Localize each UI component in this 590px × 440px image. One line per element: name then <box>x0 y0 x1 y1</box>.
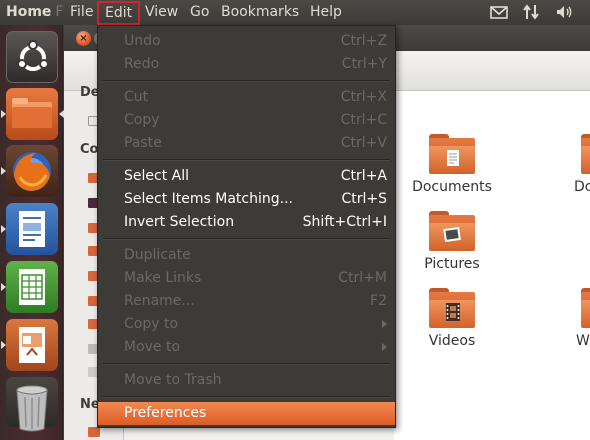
menu-item-preferences[interactable]: Preferences <box>98 402 395 425</box>
app-title: Home F <box>6 4 64 20</box>
top-panel: Home F File Edit View Go Bookmarks Help <box>0 0 590 25</box>
menu-item-rename[interactable]: Rename... F2 <box>98 290 395 313</box>
close-window-button[interactable]: × <box>76 31 91 46</box>
menu-item-make-links[interactable]: Make Links Ctrl+M <box>98 267 395 290</box>
menu-item-move-to-trash[interactable]: Move to Trash <box>98 369 395 392</box>
menu-item-redo[interactable]: Redo Ctrl+Y <box>98 53 395 76</box>
firefox-icon[interactable] <box>6 145 58 197</box>
file-icon-view: Documents Pictures Videos Dc W <box>394 91 590 440</box>
menu-go[interactable]: Go <box>186 3 213 22</box>
menu-separator <box>103 238 390 240</box>
folder-icon <box>581 134 590 174</box>
edit-menu-dropdown: Undo Ctrl+Z Redo Ctrl+Y Cut Ctrl+X Copy Ctrl… <box>97 25 396 428</box>
menu-item-copy-to[interactable]: Copy to <box>98 313 395 336</box>
menu-separator <box>103 159 390 161</box>
menu-item-copy[interactable]: Copy Ctrl+C <box>98 109 395 132</box>
sidebar-heading-computer: Co <box>80 142 99 157</box>
folder-label: W <box>576 333 590 349</box>
volume-icon[interactable] <box>556 4 574 20</box>
menu-item-paste[interactable]: Paste Ctrl+V <box>98 132 395 155</box>
pictures-folder-icon <box>429 211 475 251</box>
menu-item-select-all[interactable]: Select All Ctrl+A <box>98 165 395 188</box>
ubuntu-dash-icon[interactable] <box>6 31 58 83</box>
menu-item-cut[interactable]: Cut Ctrl+X <box>98 86 395 109</box>
menu-item-select-items-matching[interactable]: Select Items Matching... Ctrl+S <box>98 188 395 211</box>
menu-item-move-to[interactable]: Move to <box>98 336 395 359</box>
folder-partial[interactable]: Dc <box>574 134 590 195</box>
menu-file[interactable]: File <box>66 3 97 22</box>
submenu-arrow-icon <box>382 320 387 328</box>
home-folder-icon[interactable] <box>6 88 58 140</box>
menu-item-undo[interactable]: Undo Ctrl+Z <box>98 30 395 53</box>
menu-separator <box>103 396 390 398</box>
sidebar-network-icon[interactable] <box>88 427 100 437</box>
trash-icon[interactable] <box>6 377 58 432</box>
menu-bookmarks[interactable]: Bookmarks <box>217 3 303 22</box>
menu-edit[interactable]: Edit <box>97 1 141 25</box>
calc-icon[interactable] <box>6 261 58 313</box>
launcher <box>0 25 64 440</box>
folder-videos[interactable]: Videos <box>422 288 482 349</box>
folder-label: Dc <box>574 179 590 195</box>
folder-label: Pictures <box>424 256 480 272</box>
folder-partial[interactable]: W <box>574 288 590 349</box>
folder-label: Videos <box>428 333 476 349</box>
submenu-arrow-icon <box>382 343 387 351</box>
menu-item-duplicate[interactable]: Duplicate <box>98 244 395 267</box>
folder-documents[interactable]: Documents <box>412 134 492 195</box>
menu-separator <box>103 363 390 365</box>
folder-label: Documents <box>412 179 492 195</box>
videos-folder-icon <box>429 288 475 328</box>
mail-icon[interactable] <box>490 4 508 20</box>
folder-pictures[interactable]: Pictures <box>422 211 482 272</box>
network-icon[interactable] <box>522 4 540 20</box>
impress-icon[interactable] <box>6 319 58 371</box>
menu-view[interactable]: View <box>141 3 182 22</box>
menu-separator <box>103 80 390 82</box>
writer-icon[interactable] <box>6 203 58 255</box>
documents-folder-icon <box>429 134 475 174</box>
menu-item-invert-selection[interactable]: Invert Selection Shift+Ctrl+I <box>98 211 395 234</box>
menu-help[interactable]: Help <box>306 3 346 22</box>
folder-icon <box>581 288 590 328</box>
